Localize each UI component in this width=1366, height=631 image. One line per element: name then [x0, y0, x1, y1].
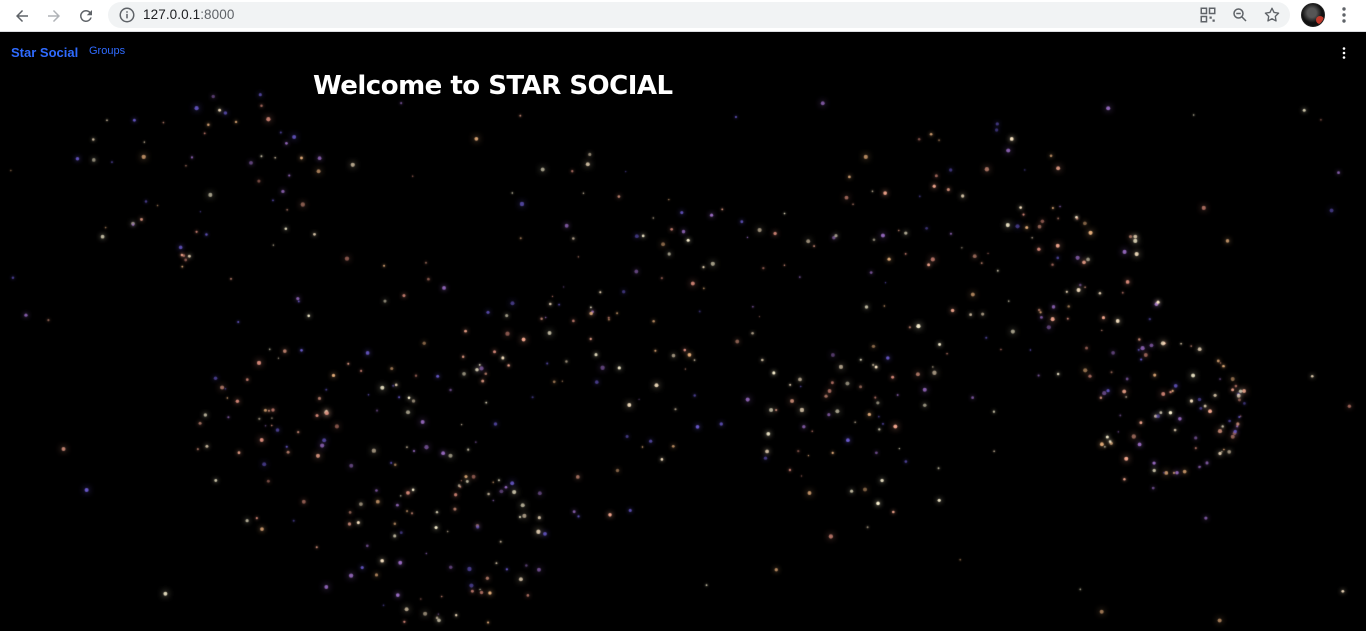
- back-button[interactable]: [9, 3, 35, 29]
- browser-menu-icon[interactable]: [1336, 5, 1352, 25]
- zoom-out-icon[interactable]: [1231, 6, 1249, 24]
- back-icon: [16, 10, 28, 22]
- forward-icon: [48, 10, 60, 22]
- browser-toolbar: 127.0.0.1:8000: [0, 0, 1366, 32]
- reload-icon: [79, 9, 92, 22]
- profile-avatar[interactable]: [1301, 3, 1325, 27]
- qr-code-icon[interactable]: [1199, 6, 1217, 24]
- vertical-dots-icon[interactable]: [1337, 45, 1351, 61]
- nav-link-groups[interactable]: Groups: [89, 45, 125, 57]
- address-bar[interactable]: 127.0.0.1:8000: [108, 2, 1290, 28]
- brand-link[interactable]: Star Social: [11, 45, 78, 60]
- url-host: 127.0.0.1: [143, 7, 201, 22]
- forward-button[interactable]: [41, 3, 67, 29]
- bookmark-star-icon[interactable]: [1263, 6, 1281, 24]
- url-port: :8000: [200, 7, 235, 22]
- reload-button[interactable]: [73, 3, 99, 29]
- info-icon[interactable]: [118, 6, 136, 24]
- url-text: 127.0.0.1:8000: [143, 7, 235, 22]
- page-title: Welcome to STAR SOCIAL: [313, 71, 673, 101]
- page-content: Star Social Groups Welcome to STAR SOCIA…: [0, 33, 1366, 631]
- starfield-background: [0, 33, 1366, 631]
